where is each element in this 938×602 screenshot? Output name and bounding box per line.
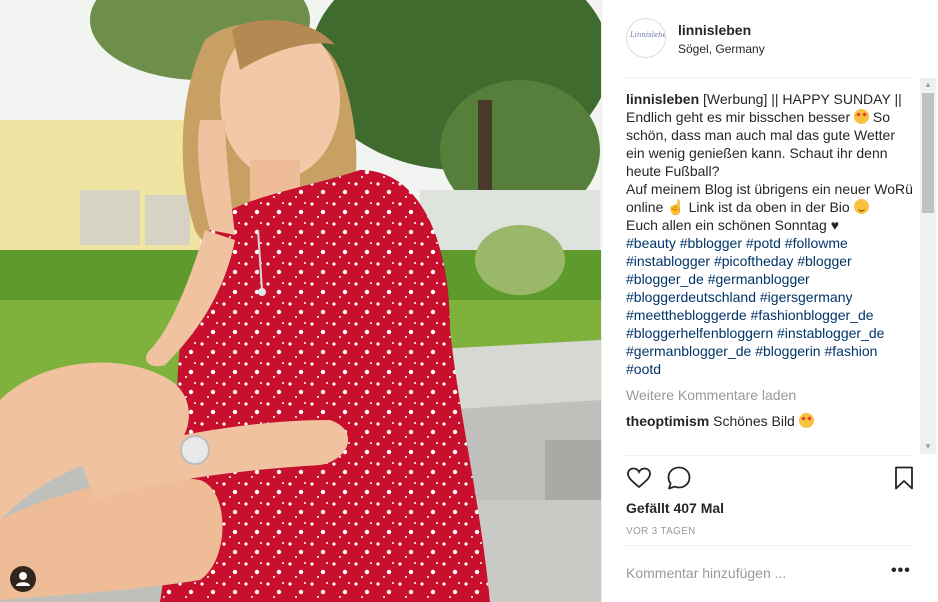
post-header: Linnisleben linnisleben Sögel, Germany	[602, 0, 938, 77]
action-bar	[626, 464, 918, 494]
header-location[interactable]: Sögel, Germany	[678, 42, 765, 56]
photo-illustration	[0, 0, 601, 602]
scroll-down-icon[interactable]: ▼	[920, 440, 936, 454]
caption-line-5: Euch allen ein schönen Sonntag ♥	[626, 217, 840, 233]
header-divider	[626, 77, 912, 78]
scrollbar-thumb[interactable]	[922, 93, 934, 213]
header-username[interactable]: linnisleben	[678, 22, 751, 38]
star-eyes-emoji-icon	[798, 413, 814, 428]
likes-count[interactable]: Gefällt 407 Mal	[626, 500, 724, 516]
caption-username[interactable]: linnisleben	[626, 91, 699, 107]
post-sidebar: Linnisleben linnisleben Sögel, Germany l…	[601, 0, 938, 602]
hashtags[interactable]: #beauty #bblogger #potd #followme #insta…	[626, 235, 884, 377]
star-eyes-emoji-icon	[854, 109, 869, 124]
avatar[interactable]: Linnisleben	[626, 18, 666, 58]
comments-list: linnisleben [Werbung] || HAPPY SUNDAY ||…	[626, 90, 916, 452]
heart-icon[interactable]	[626, 466, 652, 490]
footer-divider	[626, 545, 912, 546]
avatar-logo: Linnisleben	[630, 31, 665, 39]
load-more-comments[interactable]: Weitere Kommentare laden	[626, 386, 916, 404]
smile-emoji-icon	[853, 199, 869, 214]
bookmark-icon[interactable]	[893, 466, 915, 490]
comment-username[interactable]: theoptimism	[626, 413, 709, 429]
comment-item: theoptimism Schönes Bild	[626, 412, 916, 430]
post-photo[interactable]	[0, 0, 601, 602]
pointing-hand-emoji-icon: ☝	[667, 199, 685, 215]
comments-divider	[626, 455, 912, 456]
scroll-up-icon[interactable]: ▲	[920, 78, 936, 92]
comment-icon[interactable]	[666, 465, 692, 491]
caption-line-4: Link ist da oben in der Bio	[688, 199, 850, 215]
more-options-icon[interactable]: •••	[891, 562, 911, 580]
comment-text: Schönes Bild	[713, 413, 795, 429]
post-timestamp[interactable]: VOR 3 TAGEN	[626, 526, 696, 537]
add-comment-input[interactable]: Kommentar hinzufügen ...	[626, 565, 786, 581]
user-tag-icon[interactable]	[10, 566, 36, 592]
